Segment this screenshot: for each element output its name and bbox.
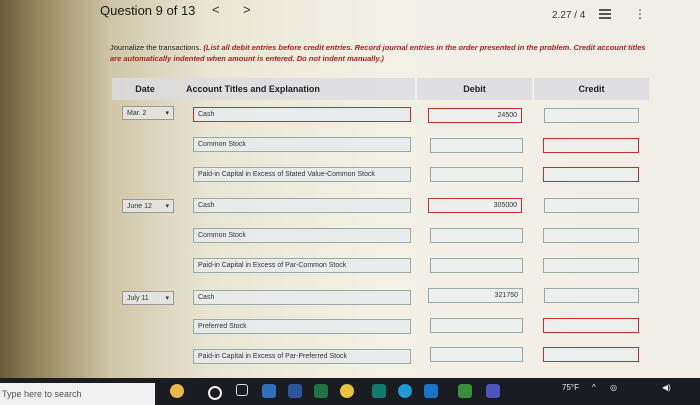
score-display: 2.27 / 4	[552, 10, 586, 21]
chevron-down-icon: ▾	[165, 295, 169, 302]
debit-input[interactable]	[430, 318, 523, 333]
credit-input[interactable]	[543, 138, 639, 153]
word-icon[interactable]	[288, 384, 302, 398]
instructions: Journalize the transactions. (List all d…	[110, 42, 650, 64]
header-date: Date	[112, 78, 178, 100]
credit-input[interactable]	[544, 108, 639, 123]
credit-input[interactable]	[543, 318, 639, 333]
debit-input[interactable]	[430, 258, 523, 273]
quiz-window: Question 9 of 13 < > 2.27 / 4 ⋮ Journali…	[0, 0, 700, 378]
question-header: Question 9 of 13 < > 2.27 / 4 ⋮	[0, 0, 700, 26]
edge-icon[interactable]	[398, 384, 412, 398]
account-input[interactable]: Paid-in Capital in Excess of Stated Valu…	[193, 167, 411, 182]
excel-icon[interactable]	[314, 384, 328, 398]
chevron-up-icon[interactable]: ^	[592, 383, 596, 392]
more-options-icon[interactable]: ⋮	[634, 8, 646, 20]
credit-input[interactable]	[543, 258, 639, 273]
account-input[interactable]: Preferred Stock	[193, 319, 411, 334]
next-question-button[interactable]: >	[243, 2, 251, 17]
debit-input[interactable]	[430, 167, 523, 182]
header-credit: Credit	[534, 78, 649, 100]
chevron-down-icon: ▾	[165, 110, 169, 117]
debit-input[interactable]	[430, 347, 523, 362]
network-icon[interactable]: ◎	[610, 383, 617, 392]
list-icon[interactable]	[599, 9, 611, 19]
account-input[interactable]: Common Stock	[193, 228, 411, 243]
credit-input[interactable]	[544, 288, 639, 303]
credit-input[interactable]	[543, 347, 639, 362]
mail-icon[interactable]	[424, 384, 438, 398]
previous-question-button[interactable]: <	[212, 2, 220, 17]
date-select[interactable]: Mar. 2 ▾	[122, 106, 174, 120]
credit-input[interactable]	[544, 198, 639, 213]
start-circle-icon[interactable]	[208, 386, 222, 400]
account-input[interactable]: Paid-in Capital in Excess of Par-Preferr…	[193, 349, 411, 364]
header-account: Account Titles and Explanation	[180, 78, 415, 100]
task-view-icon[interactable]	[236, 384, 248, 396]
account-input[interactable]: Cash	[193, 107, 411, 122]
store-icon[interactable]	[372, 384, 386, 398]
volume-icon[interactable]: ◀)	[662, 383, 671, 392]
credit-input[interactable]	[543, 228, 639, 243]
weather-icon[interactable]	[170, 384, 184, 398]
credit-input[interactable]	[543, 167, 639, 182]
account-input[interactable]: Cash	[193, 198, 411, 213]
chevron-down-icon: ▾	[165, 203, 169, 210]
account-input[interactable]: Cash	[193, 290, 411, 305]
question-title: Question 9 of 13	[100, 3, 196, 18]
chrome-icon[interactable]	[340, 384, 354, 398]
debit-input[interactable]: 24500	[428, 108, 522, 123]
taskbar-search-input[interactable]: Type here to search	[0, 383, 155, 405]
debit-input[interactable]	[430, 228, 523, 243]
debit-input[interactable]	[430, 138, 523, 153]
account-input[interactable]: Paid-in Capital in Excess of Par-Common …	[193, 258, 411, 273]
instructions-lead: Journalize the transactions.	[110, 43, 202, 52]
calculator-icon[interactable]	[262, 384, 276, 398]
app-icon[interactable]	[458, 384, 472, 398]
date-select[interactable]: July 11 ▾	[122, 291, 174, 305]
debit-input[interactable]: 321750	[428, 288, 523, 303]
teams-icon[interactable]	[486, 384, 500, 398]
temperature[interactable]: 75°F	[562, 383, 579, 392]
header-debit: Debit	[417, 78, 532, 100]
account-input[interactable]: Common Stock	[193, 137, 411, 152]
debit-input[interactable]: 305000	[428, 198, 522, 213]
date-select[interactable]: June 12 ▾	[122, 199, 174, 213]
